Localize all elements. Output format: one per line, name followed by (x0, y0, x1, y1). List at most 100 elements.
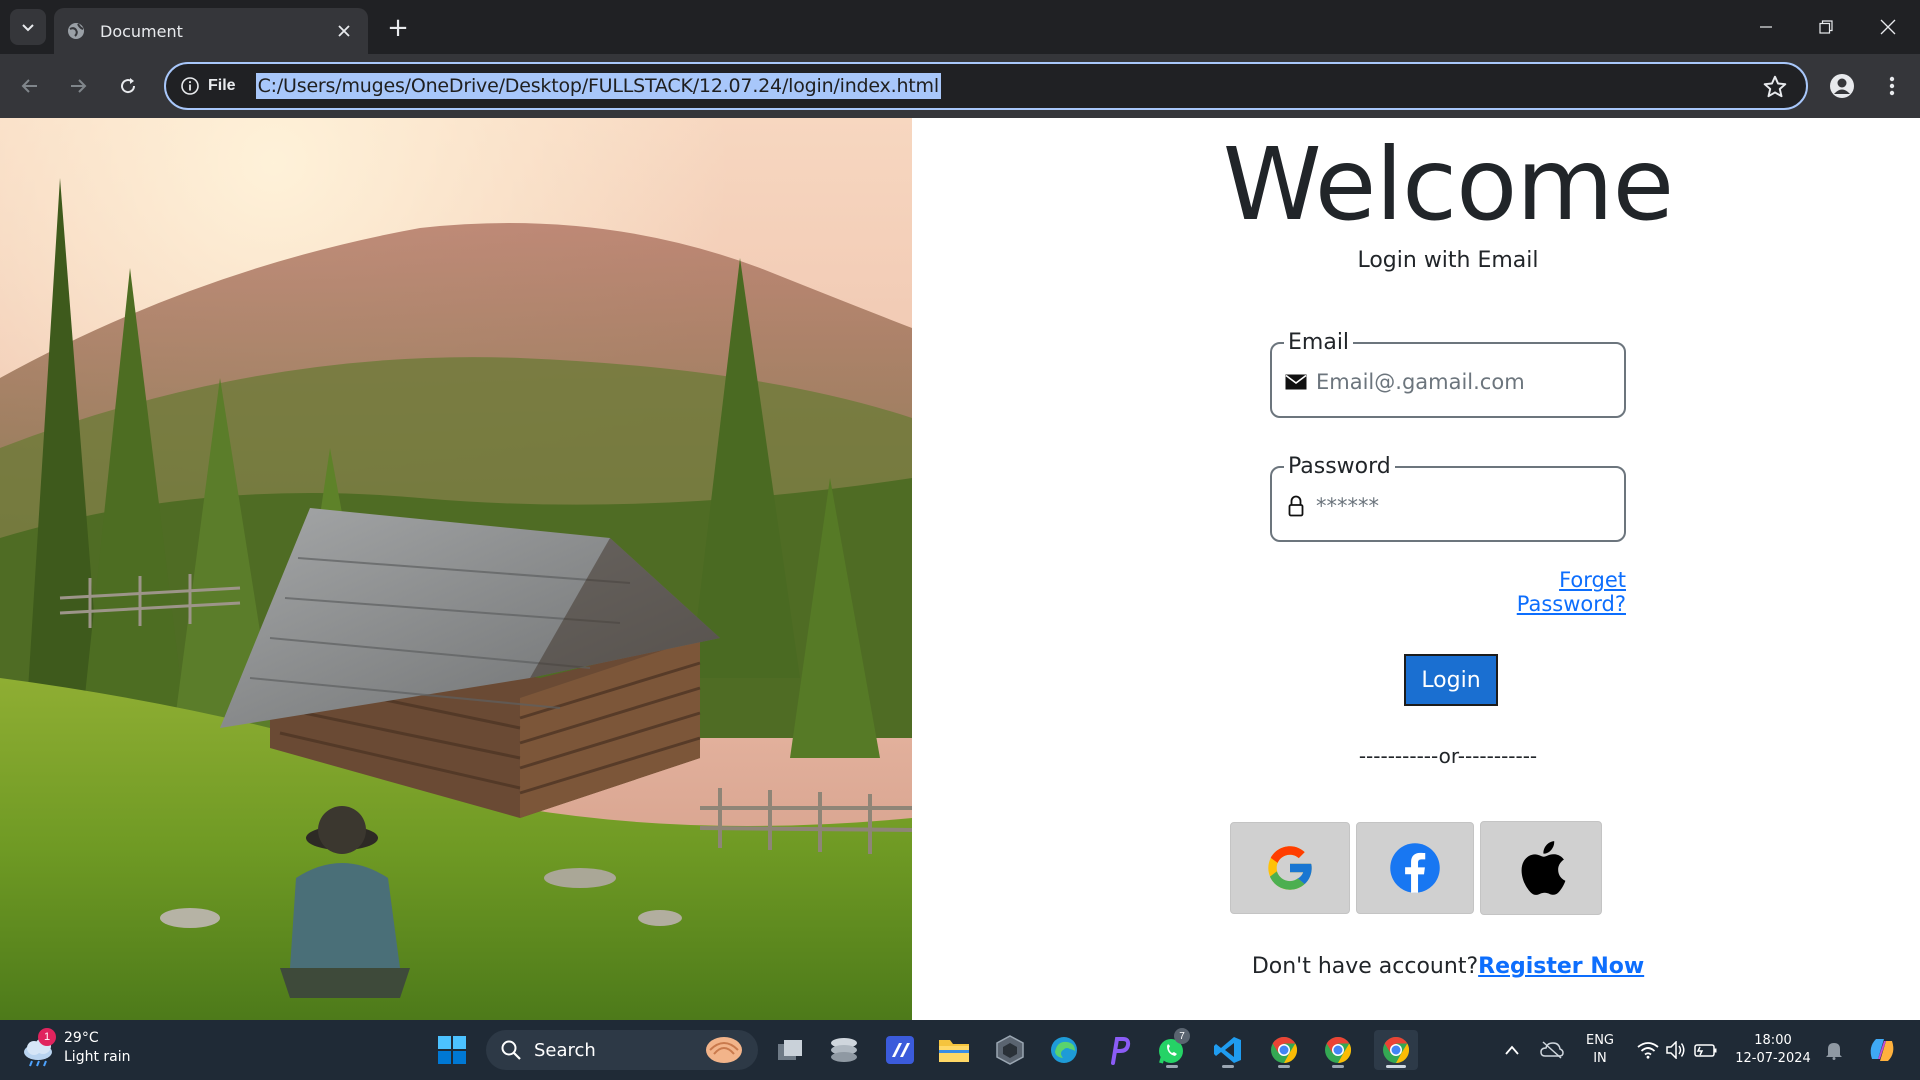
close-icon[interactable] (332, 19, 356, 43)
task-view-icon (778, 1040, 802, 1060)
email-input[interactable] (1316, 370, 1596, 394)
weather-badge: 1 (38, 1028, 56, 1046)
arrow-right-icon (71, 79, 87, 93)
close-window-button[interactable] (1866, 10, 1910, 44)
facebook-login-button[interactable] (1356, 822, 1474, 914)
page-title: Welcome (1222, 126, 1674, 243)
register-now-link[interactable]: Register Now (1478, 954, 1644, 979)
minimize-button[interactable] (1744, 10, 1788, 44)
battery-charging-icon (1694, 1044, 1717, 1057)
chrome-icon (1325, 1036, 1352, 1064)
site-info-label: File (208, 77, 236, 94)
browser-tabstrip: Document + (0, 0, 1920, 54)
clock[interactable]: 18:00 12-07-2024 (1730, 1032, 1816, 1068)
register-prompt: Don't have account? (1251, 954, 1479, 979)
star-icon[interactable] (1762, 74, 1788, 100)
taskbar-chrome-active[interactable] (1374, 1030, 1418, 1070)
running-indicator (1166, 1065, 1178, 1068)
restore-icon (1819, 20, 1833, 34)
forward-button[interactable] (60, 68, 96, 104)
running-indicator (1332, 1065, 1344, 1068)
editor-app-icon (886, 1036, 914, 1064)
wifi-icon (1637, 1042, 1659, 1059)
avatar-icon (1830, 74, 1854, 98)
language-top: ENG (1585, 1033, 1614, 1048)
folder-icon (939, 1040, 969, 1062)
facebook-icon (1390, 843, 1440, 893)
rain-cloud-icon: 1 (20, 1028, 60, 1068)
taskbar: 1 29°C Light rain Search 7 ENG IN 18:00 … (0, 1020, 1920, 1080)
info-icon (181, 77, 199, 95)
email-label: Email (1288, 330, 1350, 355)
apple-login-button[interactable] (1480, 821, 1602, 915)
url-text[interactable]: C:/Users/muges/OneDrive/Desktop/FULLSTAC… (255, 73, 941, 99)
forget-password-link[interactable]: Forget Password? (1456, 568, 1626, 616)
google-login-button[interactable] (1230, 822, 1350, 914)
active-indicator (1386, 1065, 1406, 1068)
minimize-icon (1760, 26, 1772, 28)
taskbar-file-explorer[interactable] (934, 1030, 974, 1070)
start-button[interactable] (432, 1030, 472, 1070)
volume-status[interactable] (1664, 1038, 1688, 1062)
more-vertical-icon (1889, 76, 1895, 96)
globe-icon (66, 21, 86, 41)
clock-date: 12-07-2024 (1735, 1051, 1811, 1066)
notifications-button[interactable] (1822, 1038, 1846, 1062)
login-panel: Welcome Login with Email Email Password … (912, 118, 1920, 1020)
site-info-button[interactable]: File (180, 76, 236, 96)
chrome-icon (1383, 1036, 1410, 1064)
disk-stack-icon (831, 1038, 857, 1062)
restore-button[interactable] (1804, 10, 1848, 44)
speaker-icon (1666, 1041, 1685, 1059)
envelope-icon (1284, 370, 1308, 394)
task-view-button[interactable] (770, 1030, 810, 1070)
copilot-icon (1870, 1039, 1894, 1061)
taskbar-chrome-profile-2[interactable] (1318, 1030, 1358, 1070)
browser-menu-button[interactable] (1874, 68, 1910, 104)
register-line: Don't have account?Register Now (912, 954, 1920, 979)
language-indicator[interactable]: ENG IN (1578, 1032, 1622, 1068)
taskbar-app-purple[interactable] (1098, 1030, 1138, 1070)
tray-overflow-button[interactable] (1500, 1038, 1524, 1062)
tab-title: Document (100, 21, 183, 41)
taskbar-edge[interactable] (1044, 1030, 1084, 1070)
email-fieldset: Email (1270, 330, 1626, 418)
taskbar-whatsapp[interactable]: 7 (1152, 1028, 1192, 1070)
reload-button[interactable] (110, 68, 146, 104)
new-tab-button[interactable]: + (384, 13, 412, 43)
taskbar-app-hexagon[interactable] (990, 1030, 1030, 1070)
chevron-down-icon (22, 24, 34, 32)
taskbar-app-editor[interactable] (880, 1030, 920, 1070)
running-indicator (1222, 1065, 1234, 1068)
lock-icon (1284, 494, 1308, 518)
browser-tab[interactable]: Document (54, 8, 368, 54)
taskbar-vscode[interactable] (1208, 1030, 1248, 1070)
login-button[interactable]: Login (1404, 654, 1498, 706)
taskbar-chrome-profile-1[interactable] (1264, 1030, 1304, 1070)
arrow-left-icon (21, 79, 37, 93)
weather-desc: Light rain (64, 1049, 131, 1065)
hero-landscape-image (0, 118, 912, 1020)
taskbar-search[interactable]: Search (486, 1030, 758, 1070)
back-button[interactable] (12, 68, 48, 104)
onedrive-status[interactable] (1540, 1038, 1564, 1062)
windows-logo-icon (438, 1036, 466, 1064)
whatsapp-badge: 7 (1174, 1028, 1190, 1044)
weather-widget[interactable]: 1 29°C Light rain (20, 1028, 131, 1068)
search-icon (501, 1040, 521, 1060)
password-input[interactable] (1316, 494, 1596, 518)
battery-status[interactable] (1694, 1038, 1718, 1062)
or-separator: -----------or----------- (1358, 744, 1538, 768)
search-label: Search (534, 1039, 596, 1061)
password-label: Password (1288, 454, 1391, 479)
close-icon (1880, 19, 1896, 35)
reload-icon (121, 78, 136, 94)
copilot-button[interactable] (1866, 1038, 1898, 1062)
tab-search-button[interactable] (10, 9, 46, 45)
profile-button[interactable] (1824, 68, 1860, 104)
address-bar[interactable]: File C:/Users/muges/OneDrive/Desktop/FUL… (164, 62, 1808, 110)
shell-icon (706, 1037, 742, 1063)
wifi-status[interactable] (1636, 1038, 1660, 1062)
purple-app-icon (1111, 1037, 1131, 1065)
taskbar-app-storage[interactable] (824, 1030, 864, 1070)
